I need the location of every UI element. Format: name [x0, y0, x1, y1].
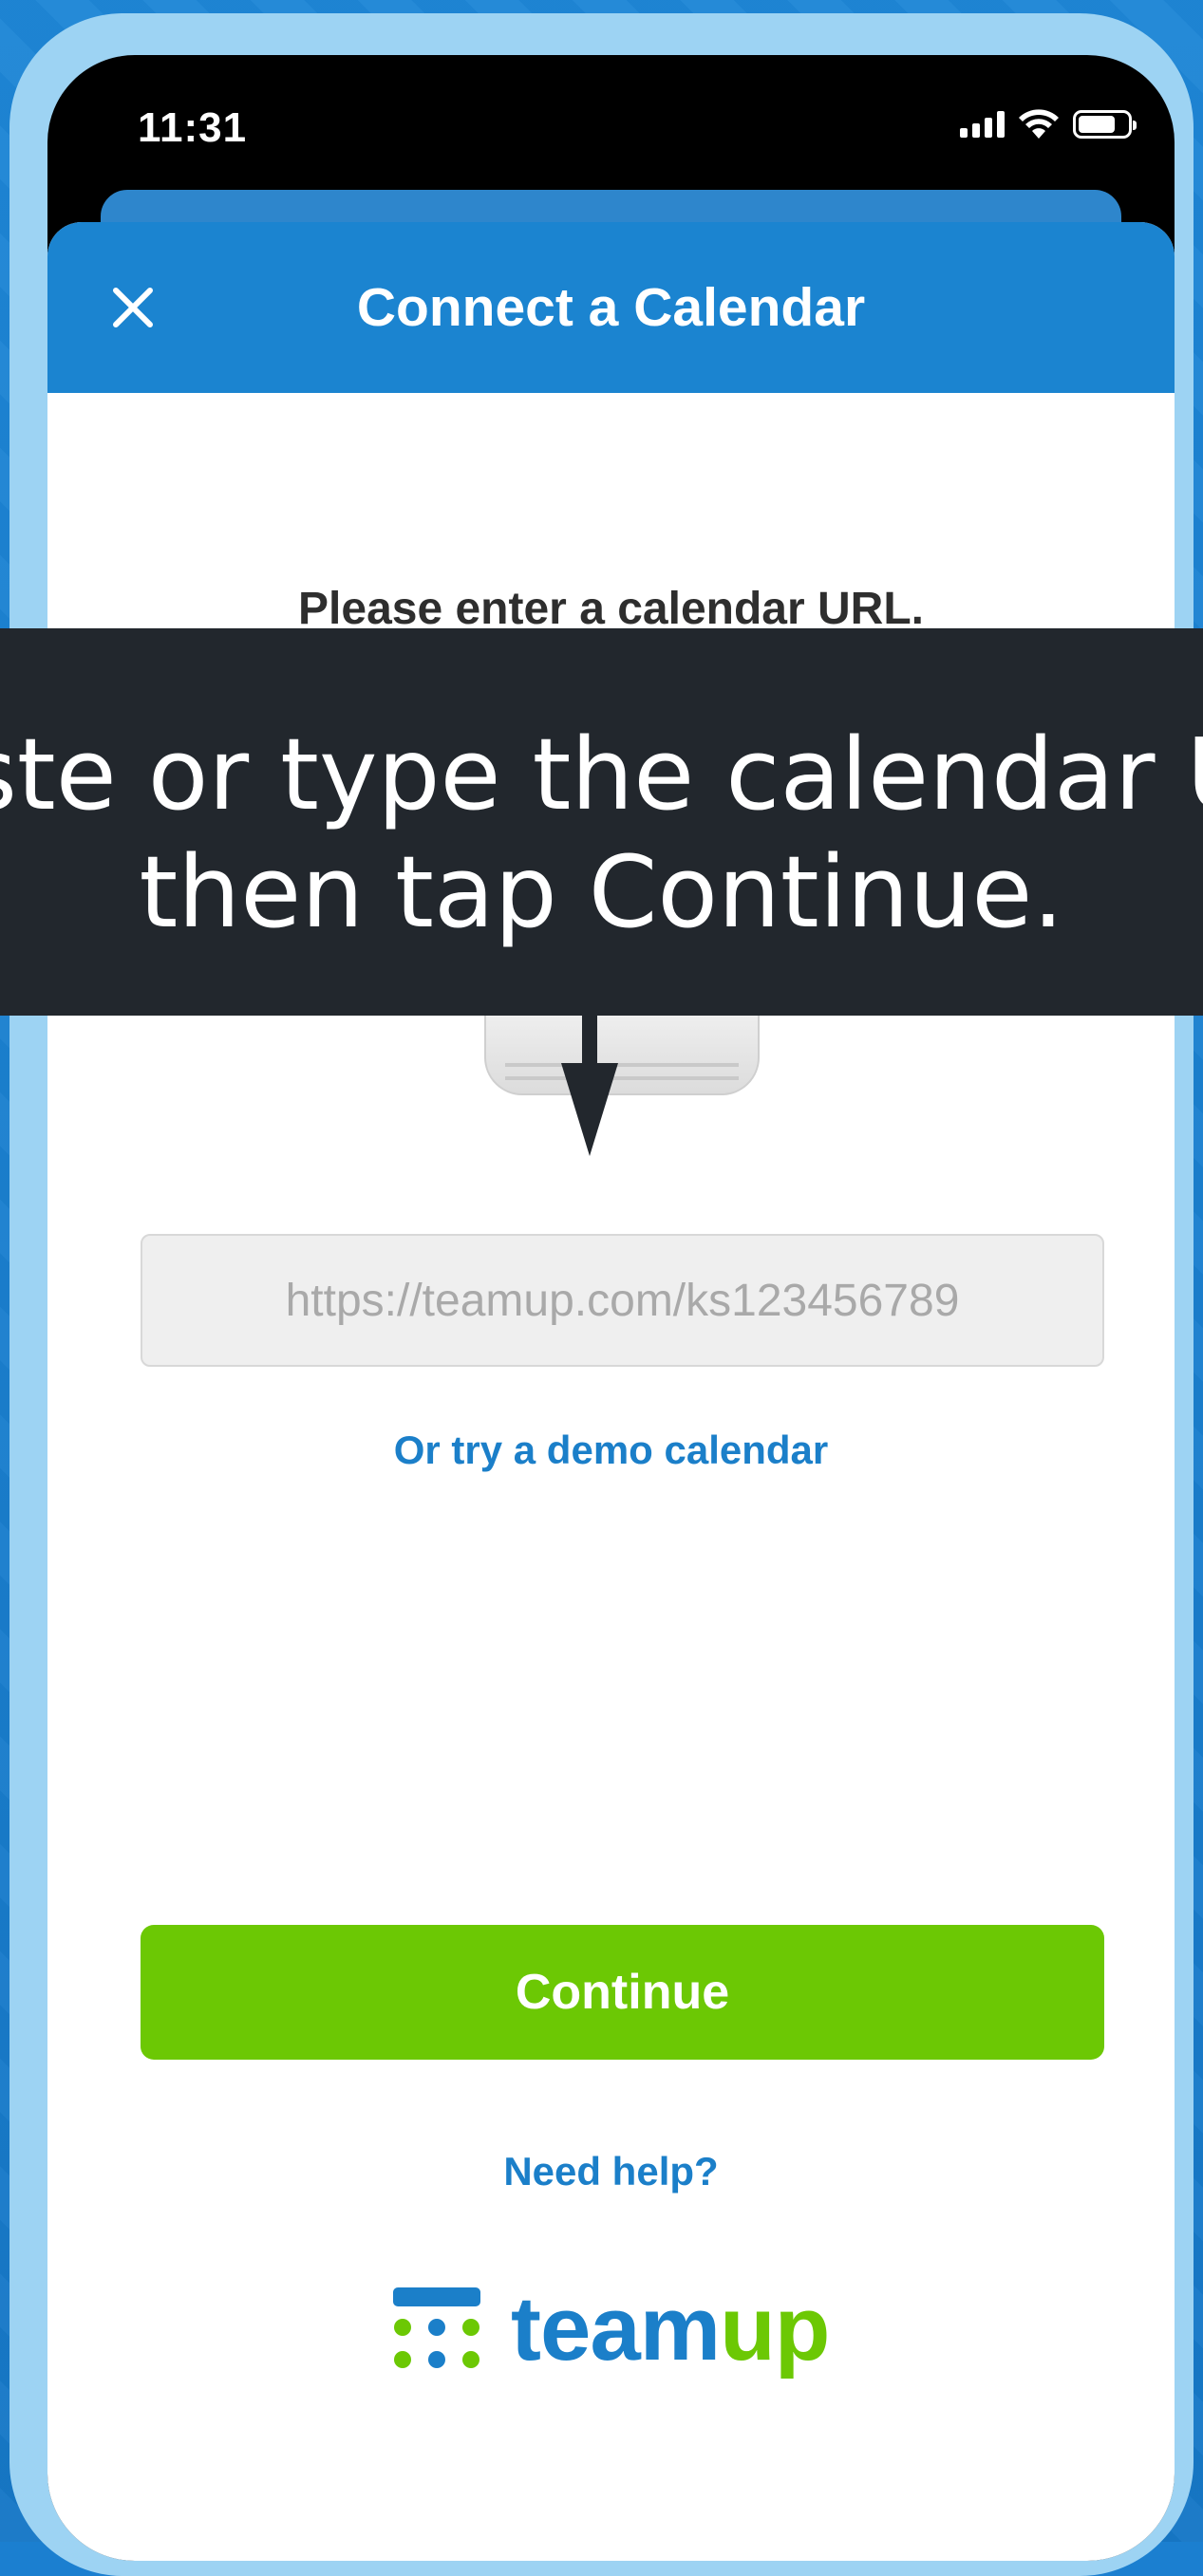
close-icon — [113, 288, 153, 327]
tooltip-banner: aste or type the calendar UR then tap Co… — [0, 628, 1203, 1016]
status-bar: 11:31 — [47, 55, 1175, 197]
wordmark-team: team — [511, 2278, 721, 2380]
connect-calendar-sheet: Connect a Calendar Please enter a calend… — [47, 222, 1175, 2561]
sheet-header: Connect a Calendar — [47, 222, 1175, 393]
cellular-signal-icon — [960, 111, 1005, 138]
phone-screen: 11:31 Connect a Calendar Please enter a … — [47, 55, 1175, 2561]
teamup-logo-icon — [389, 2282, 484, 2377]
status-time: 11:31 — [138, 104, 248, 151]
close-button[interactable] — [95, 270, 171, 345]
continue-button[interactable]: Continue — [141, 1925, 1104, 2060]
page-title: Connect a Calendar — [356, 277, 866, 338]
teamup-wordmark: teamup — [511, 2277, 830, 2381]
tooltip-arrow-icon — [561, 1016, 618, 1156]
need-help-link[interactable]: Need help? — [47, 2149, 1175, 2194]
status-icons — [960, 108, 1137, 140]
teamup-logo: teamup — [389, 2272, 830, 2386]
phone-frame: 11:31 Connect a Calendar Please enter a … — [9, 13, 1194, 2576]
tooltip-line-2: then tap Continue. — [139, 834, 1064, 950]
battery-icon — [1073, 110, 1137, 139]
url-prompt: Please enter a calendar URL. — [298, 584, 924, 634]
calendar-url-input[interactable] — [141, 1234, 1104, 1367]
tooltip-line-1: aste or type the calendar UR — [0, 717, 1203, 832]
demo-calendar-link[interactable]: Or try a demo calendar — [47, 1428, 1175, 1473]
wifi-icon — [1019, 109, 1059, 139]
wordmark-up: up — [720, 2278, 830, 2380]
